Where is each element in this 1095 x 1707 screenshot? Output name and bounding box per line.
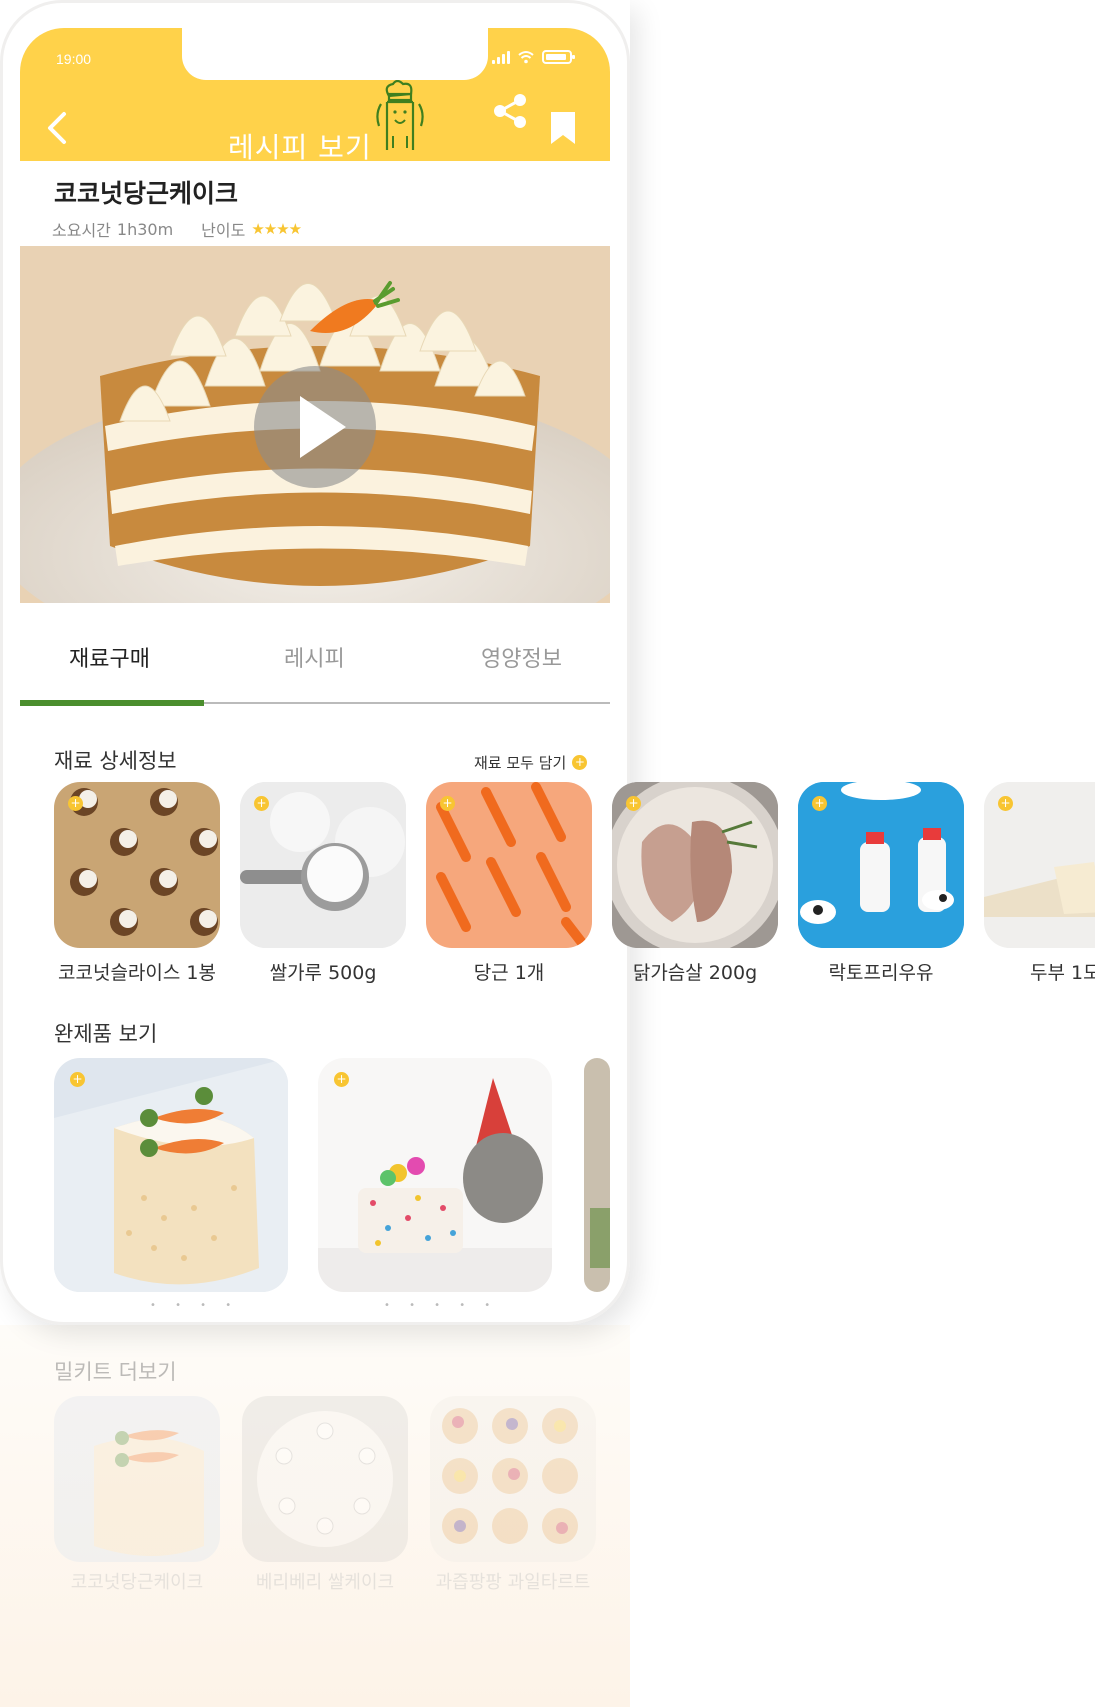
time-label: 소요시간 [52,221,111,240]
ingredient-photo: + [612,782,778,948]
ingredient-label: 당근 1개 [473,962,545,984]
add-all-ingredients-button[interactable]: 재료 모두 담기 + [474,752,588,773]
mealkit-label: 코코넛당근케이크 [70,1572,204,1593]
back-icon[interactable] [42,108,72,148]
finished-title: 완제품 보기 [54,1022,158,1046]
plus-icon[interactable]: + [812,796,827,811]
active-tab-indicator [20,700,204,706]
ingredient-photo: + [54,782,220,948]
finished-cake-photo [54,1058,288,1292]
phone-screen: 19:00 레시피 보기 코코넛당근케이크 소요시간 1h30m 난이도 ★★★… [0,0,630,1325]
tab-ingredients[interactable]: 재료구매 [69,641,150,673]
ingredient-label: 락토프리우유 [828,962,934,984]
carousel-dots: • • • • [150,1300,240,1311]
party-cake-photo [318,1058,552,1292]
mealkit-photo [242,1396,408,1562]
ingredient-card[interactable]: + 두부 1모 [984,782,1095,982]
plus-icon: + [572,755,588,770]
ingredient-label: 두부 1모 [1030,962,1095,982]
plus-icon[interactable]: + [440,796,455,811]
recipe-meta: 소요시간 1h30m 난이도 ★★★★ [52,217,302,241]
share-icon[interactable] [490,92,530,130]
ingredient-card[interactable]: + 당근 1개 [426,782,592,984]
play-icon [300,396,346,458]
plus-icon[interactable]: + [626,796,641,811]
difficulty-stars: ★★★★ [251,220,302,238]
ingredient-photo: + [240,782,406,948]
finished-product-card[interactable]: + [318,1058,552,1292]
app-header: 19:00 레시피 보기 [20,28,610,164]
ingredient-label: 닭가슴살 200g [632,962,758,984]
time-value: 1h30m [116,219,174,239]
plus-icon[interactable]: + [334,1072,349,1087]
plus-icon[interactable]: + [68,796,83,811]
mealkit-card[interactable] [430,1396,596,1562]
mealkit-title: 밀키트 더보기 [54,1360,177,1384]
plus-icon[interactable]: + [998,796,1013,811]
bookmark-icon[interactable] [547,108,581,148]
play-button[interactable] [254,366,376,488]
ingredient-label: 쌀가루 500g [269,962,377,984]
wifi-icon [518,51,534,64]
chef-mascot-icon [376,80,424,150]
add-all-label: 재료 모두 담기 [474,754,567,772]
mealkit-card[interactable] [242,1396,408,1562]
status-time: 19:00 [56,51,92,67]
ingredient-photo: + [426,782,592,948]
tab-recipe[interactable]: 레시피 [284,641,345,673]
ingredient-card[interactable]: + 락토프리우유 [798,782,964,984]
status-icons [492,50,575,64]
battery-icon [542,50,575,64]
mealkit-card[interactable] [54,1396,220,1562]
tab-nutrition[interactable]: 영양정보 [481,641,562,673]
phone-notch [182,28,488,80]
carousel-dots: • • • • • [384,1300,499,1311]
recipe-video[interactable] [20,246,610,603]
ingredient-photo: + [984,782,1095,948]
finished-product-card[interactable]: + [54,1058,288,1292]
ingredients-title: 재료 상세정보 [54,749,177,773]
recipe-title: 코코넛당근케이크 [54,179,239,208]
plus-icon[interactable]: + [70,1072,85,1087]
mealkit-label: 베리베리 쌀케이크 [255,1572,395,1593]
difficulty-label: 난이도 [201,221,246,240]
ingredient-card[interactable]: + 닭가슴살 200g [612,782,778,984]
mealkit-photo [54,1396,220,1562]
ingredient-card[interactable]: + 쌀가루 500g [240,782,406,984]
plus-icon[interactable]: + [254,796,269,811]
finished-photo-partial [584,1058,610,1292]
mealkit-label: 과즙팡팡 과일타르트 [435,1572,591,1593]
ingredient-card[interactable]: + 코코넛슬라이스 1봉 [54,782,220,984]
ingredient-label: 코코넛슬라이스 1봉 [58,962,216,984]
page-title: 레시피 보기 [228,131,372,164]
signal-icon [492,50,510,64]
finished-product-card[interactable] [584,1058,610,1292]
ingredient-photo: + [798,782,964,948]
mealkit-photo [430,1396,596,1562]
